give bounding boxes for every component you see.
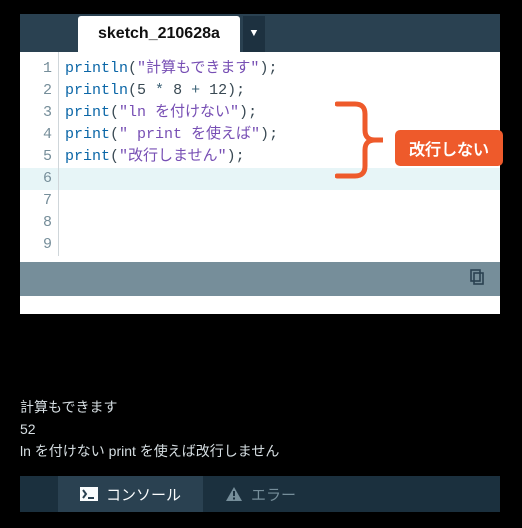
code-line[interactable] (59, 168, 500, 190)
line-number: 7 (20, 190, 58, 212)
tab-console[interactable]: コンソール (58, 476, 203, 512)
tab-console-label: コンソール (106, 484, 181, 505)
line-number: 6 (20, 168, 58, 190)
tab-bar: sketch_210628a ▼ (20, 14, 500, 52)
sketch-tab[interactable]: sketch_210628a (78, 16, 240, 52)
console-output: 計算もできます 52 ln を付けない print を使えば改行しません (20, 396, 279, 462)
code-line[interactable] (59, 234, 500, 256)
code-editor[interactable]: 123456789 println("計算もできます");println(5 *… (20, 52, 500, 256)
line-number: 3 (20, 102, 58, 124)
line-number: 9 (20, 234, 58, 256)
line-number: 8 (20, 212, 58, 234)
editor-panel: sketch_210628a ▼ 123456789 println("計算もで… (20, 14, 500, 314)
code-line[interactable] (59, 190, 500, 212)
console-icon (80, 487, 98, 501)
message-bar (20, 262, 500, 296)
tab-errors[interactable]: エラー (203, 476, 318, 512)
line-number-gutter: 123456789 (20, 52, 58, 256)
code-line[interactable]: println(5 * 8 + 12); (59, 80, 500, 102)
code-line[interactable]: print("ln を付けない"); (59, 102, 500, 124)
warning-icon (225, 486, 243, 502)
copy-icon[interactable] (468, 268, 486, 291)
tab-dropdown-button[interactable]: ▼ (243, 16, 265, 52)
code-line[interactable]: print(" print を使えば"); (59, 124, 500, 146)
line-number: 4 (20, 124, 58, 146)
code-content[interactable]: println("計算もできます");println(5 * 8 + 12);p… (58, 52, 500, 256)
tab-title: sketch_210628a (98, 25, 220, 43)
triangle-down-icon: ▼ (251, 28, 258, 40)
code-line[interactable]: print("改行しません"); (59, 146, 500, 168)
line-number: 5 (20, 146, 58, 168)
code-line[interactable]: println("計算もできます"); (59, 58, 500, 80)
line-number: 1 (20, 58, 58, 80)
tab-errors-label: エラー (251, 484, 296, 505)
code-line[interactable] (59, 212, 500, 234)
line-number: 2 (20, 80, 58, 102)
bottom-tab-bar: コンソール エラー (20, 476, 500, 512)
